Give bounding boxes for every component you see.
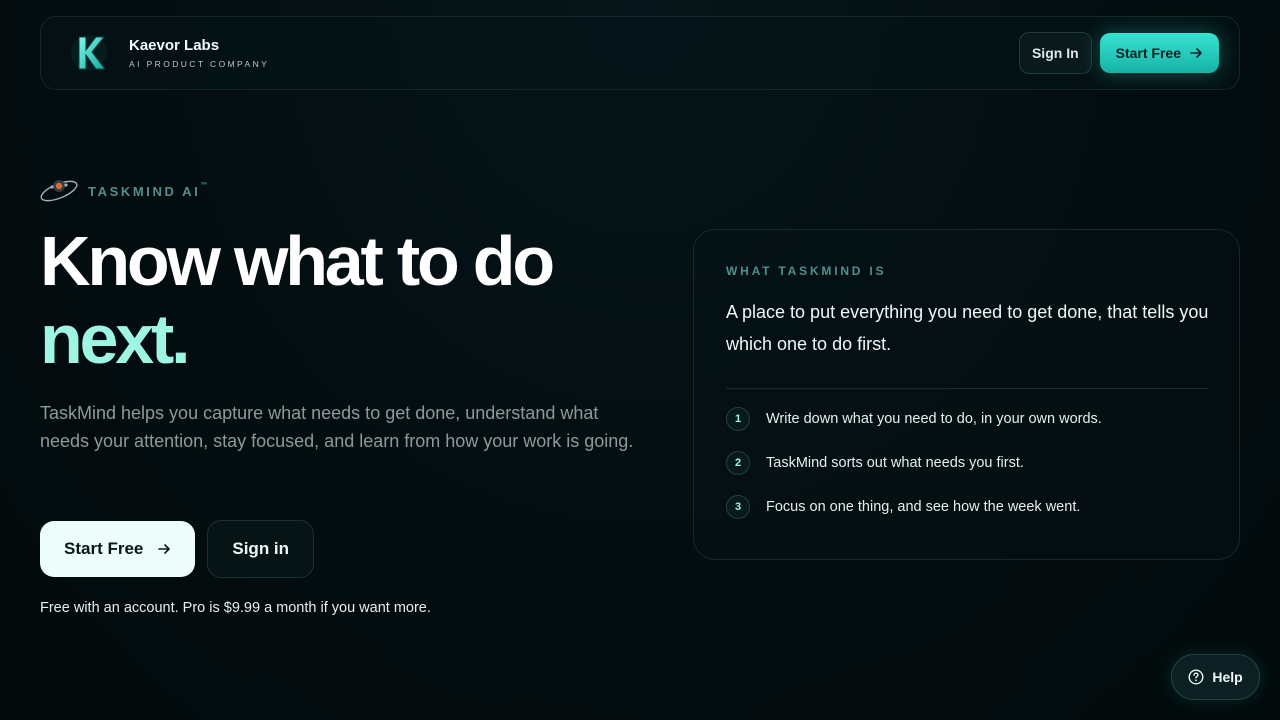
header-sign-in-button[interactable]: Sign In bbox=[1018, 32, 1092, 74]
step-number-badge: 3 bbox=[726, 495, 750, 519]
pricing-note: Free with an account. Pro is $9.99 a mon… bbox=[40, 600, 431, 616]
question-circle-icon bbox=[1188, 669, 1204, 685]
help-label: Help bbox=[1212, 669, 1243, 685]
steps-list: 1 Write down what you need to do, in you… bbox=[726, 407, 1207, 519]
orbit-logo-icon bbox=[40, 180, 78, 202]
hero-cta-row: Start Free Sign in bbox=[40, 520, 315, 578]
trademark-mark: ™ bbox=[200, 181, 208, 189]
product-eyebrow-text: TASKMIND AI bbox=[88, 183, 201, 199]
step-item: 3 Focus on one thing, and see how the we… bbox=[726, 495, 1207, 519]
step-item: 2 TaskMind sorts out what needs you firs… bbox=[726, 451, 1207, 475]
step-number-badge: 1 bbox=[726, 407, 750, 431]
header-actions: Sign In Start Free bbox=[1018, 32, 1219, 74]
product-eyebrow: TASKMIND AI™ bbox=[38, 176, 207, 206]
step-text: Focus on one thing, and see how the week… bbox=[766, 499, 1081, 515]
card-eyebrow: WHAT TASKMIND IS bbox=[726, 264, 887, 278]
headline-line-2: next. bbox=[40, 300, 191, 378]
hero-start-free-button[interactable]: Start Free bbox=[40, 521, 196, 577]
hero-sign-in-label: Sign in bbox=[232, 539, 290, 558]
step-item: 1 Write down what you need to do, in you… bbox=[726, 407, 1207, 431]
header-sign-in-label: Sign In bbox=[1031, 45, 1079, 61]
arrow-right-icon bbox=[158, 544, 171, 554]
hero-start-free-label: Start Free bbox=[64, 539, 144, 558]
site-header: Kaevor Labs AI PRODUCT COMPANY Sign In S… bbox=[40, 16, 1240, 90]
hero-headline: Know what to do next. bbox=[40, 222, 555, 378]
hero-lead: TaskMind helps you capture what needs to… bbox=[40, 403, 634, 451]
step-text: Write down what you need to do, in your … bbox=[766, 411, 1102, 427]
brand-subtitle: AI PRODUCT COMPANY bbox=[129, 59, 270, 69]
k-logo-icon bbox=[65, 29, 113, 77]
step-text: TaskMind sorts out what needs you first. bbox=[766, 455, 1024, 471]
card-divider bbox=[726, 388, 1208, 389]
what-taskmind-is-card: WHAT TASKMIND IS A place to put everythi… bbox=[693, 229, 1240, 560]
headline-line-1: Know what to do bbox=[40, 222, 555, 300]
arrow-right-icon bbox=[1190, 48, 1202, 58]
header-start-free-label: Start Free bbox=[1115, 45, 1181, 61]
card-title: A place to put everything you need to ge… bbox=[726, 302, 1209, 354]
brand-name: Kaevor Labs bbox=[129, 37, 220, 54]
header-start-free-button[interactable]: Start Free bbox=[1099, 33, 1219, 73]
help-button[interactable]: Help bbox=[1171, 654, 1260, 700]
hero-sign-in-button[interactable]: Sign in bbox=[207, 520, 315, 578]
brand[interactable]: Kaevor Labs AI PRODUCT COMPANY bbox=[65, 29, 269, 77]
step-number-badge: 2 bbox=[726, 451, 750, 475]
